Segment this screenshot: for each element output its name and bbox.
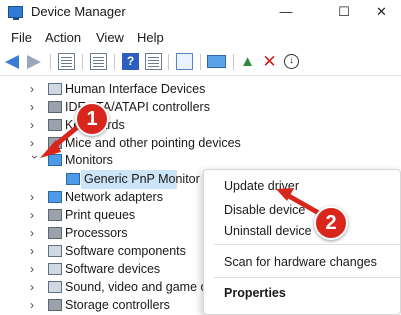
keyboard-icon <box>48 119 62 131</box>
menu-help[interactable]: Help <box>137 30 164 45</box>
tree-item-label: Storage controllers <box>65 298 170 312</box>
menu-file[interactable]: File <box>11 30 32 45</box>
tree-item-label: Software devices <box>65 262 161 276</box>
maximize-button[interactable]: ☐ <box>321 0 367 26</box>
close-button[interactable]: ✕ <box>362 0 401 26</box>
menu-item-update-driver[interactable]: Update driver <box>224 179 299 193</box>
scan-icon[interactable] <box>176 53 193 70</box>
chevron-down-icon[interactable]: › <box>28 155 42 165</box>
mouse-icon <box>48 137 62 149</box>
forward-arrow-icon[interactable] <box>27 55 41 69</box>
toolbar-separator <box>200 54 201 70</box>
tree-item-label: Print queues <box>65 208 136 222</box>
back-arrow-icon[interactable] <box>5 55 19 69</box>
menu-item-uninstall-device[interactable]: Uninstall device <box>224 224 312 238</box>
monitor-icon[interactable] <box>207 55 226 68</box>
toolbar-separator <box>233 54 234 70</box>
menu-action[interactable]: Action <box>45 30 81 45</box>
device-manager-icon <box>8 6 23 20</box>
tree-item-label: Processors <box>65 226 128 240</box>
tree-item-label: Human Interface Devices <box>65 82 206 96</box>
monitor-icon <box>66 173 80 185</box>
tree-item-keyboards[interactable]: › Keyboards <box>0 117 401 134</box>
menu-separator <box>214 244 400 245</box>
chevron-right-icon[interactable]: › <box>30 298 40 312</box>
tree-item-label: Monitors <box>65 153 113 167</box>
menu-separator <box>214 277 400 278</box>
tree-item-human-interface-devices[interactable]: › Human Interface Devices <box>0 81 401 98</box>
document-icon[interactable] <box>90 53 107 70</box>
tree-item-ide-controllers[interactable]: › IDE ATA/ATAPI controllers <box>0 99 401 116</box>
step-1-badge: 1 <box>75 102 109 136</box>
chevron-right-icon[interactable]: › <box>30 82 40 96</box>
minimize-button[interactable]: — <box>263 0 309 26</box>
enable-device-icon[interactable]: ▲ <box>239 53 256 70</box>
uninstall-device-icon[interactable]: ✕ <box>261 53 278 70</box>
tree-item-label: Mice and other pointing devices <box>65 136 241 150</box>
printer-icon <box>48 209 62 221</box>
monitor-icon <box>48 154 62 166</box>
menu-view[interactable]: View <box>96 30 124 45</box>
disable-device-icon[interactable]: ↓ <box>284 54 299 69</box>
properties-icon[interactable] <box>58 53 75 70</box>
chevron-right-icon[interactable]: › <box>30 100 40 114</box>
chevron-right-icon[interactable]: › <box>30 208 40 222</box>
toolbar-separator <box>114 54 115 70</box>
software-component-icon <box>48 245 62 257</box>
ide-controller-icon <box>48 101 62 113</box>
tree-item-label: Generic PnP Monitor <box>84 172 200 186</box>
chevron-right-icon[interactable]: › <box>30 226 40 240</box>
menu-item-properties[interactable]: Properties <box>224 286 286 300</box>
toolbar: ? ▲ ✕ ↓ <box>0 48 401 76</box>
hid-icon <box>48 83 62 95</box>
chevron-right-icon[interactable]: › <box>30 118 40 132</box>
step-2-badge: 2 <box>314 206 348 240</box>
chevron-right-icon[interactable]: › <box>30 280 40 294</box>
menu-bar: File Action View Help <box>0 26 401 48</box>
toolbar-separator <box>50 54 51 70</box>
title-bar: Device Manager — ☐ ✕ <box>0 0 401 26</box>
tree-item-monitors[interactable]: › Monitors <box>0 152 401 169</box>
chevron-right-icon[interactable]: › <box>30 190 40 204</box>
context-menu: Update driver Disable device Uninstall d… <box>203 169 401 315</box>
speaker-icon <box>48 281 62 293</box>
tree-item-label: Network adapters <box>65 190 163 204</box>
menu-item-disable-device[interactable]: Disable device <box>224 203 305 217</box>
tree-item-label: Software components <box>65 244 186 258</box>
document-icon[interactable] <box>145 53 162 70</box>
network-adapter-icon <box>48 191 62 203</box>
chevron-right-icon[interactable]: › <box>30 136 40 150</box>
help-icon[interactable]: ? <box>122 53 139 70</box>
software-device-icon <box>48 263 62 275</box>
toolbar-separator <box>168 54 169 70</box>
storage-controller-icon <box>48 299 62 311</box>
toolbar-separator <box>82 54 83 70</box>
chevron-right-icon[interactable]: › <box>30 244 40 258</box>
chevron-right-icon[interactable]: › <box>30 262 40 276</box>
window-title: Device Manager <box>31 4 126 19</box>
menu-item-scan-hardware[interactable]: Scan for hardware changes <box>224 255 377 269</box>
processor-icon <box>48 227 62 239</box>
tree-item-mice[interactable]: › Mice and other pointing devices <box>0 135 401 152</box>
